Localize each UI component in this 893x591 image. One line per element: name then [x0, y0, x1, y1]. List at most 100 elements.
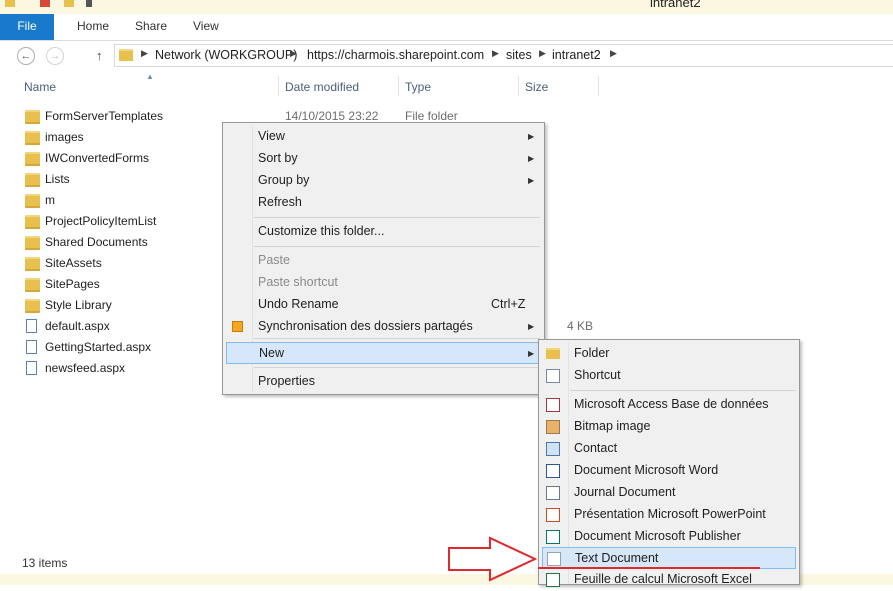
menu-item-label: View	[258, 129, 285, 143]
menu-item-label: Journal Document	[574, 485, 676, 499]
folder-icon	[119, 49, 133, 61]
context-menu-item-group-by[interactable]: Group by ▶	[226, 170, 541, 192]
breadcrumb-separator-icon[interactable]: ▶	[610, 48, 617, 59]
new-menu-item-microsoft-access-base-de-donnees[interactable]: Microsoft Access Base de données	[542, 394, 796, 416]
document-icon	[26, 319, 37, 333]
folder-icon	[25, 110, 40, 124]
quick-access-new-folder-icon[interactable]	[64, 0, 74, 7]
submenu-arrow-icon: ▶	[528, 154, 535, 163]
tab-share[interactable]: Share	[135, 14, 167, 40]
menu-item-label: Paste	[258, 253, 290, 267]
breadcrumb-separator-icon[interactable]: ▶	[141, 48, 148, 59]
back-button[interactable]: ←	[17, 47, 35, 65]
file-name: ProjectPolicyItemList	[45, 214, 157, 228]
submenu-arrow-icon: ▶	[528, 349, 535, 358]
navigation-bar: ← → ↑ ▶ Network (WORKGROUP) ▶ https://ch…	[0, 41, 893, 71]
tab-view[interactable]: View	[193, 14, 219, 40]
quick-access-properties-icon[interactable]	[40, 0, 50, 7]
forward-arrow-icon: →	[49, 50, 61, 62]
menu-separator	[254, 246, 540, 247]
menu-item-label: Microsoft Access Base de données	[574, 397, 769, 411]
new-menu-item-shortcut[interactable]: Shortcut	[542, 365, 796, 387]
file-name: Shared Documents	[45, 235, 148, 249]
file-size: 4 KB	[567, 319, 594, 333]
file-date: 14/10/2015 23:22	[285, 109, 379, 123]
new-menu-item-presentation-microsoft-powerpoint[interactable]: Présentation Microsoft PowerPoint	[542, 504, 796, 526]
new-menu-item-journal-document[interactable]: Journal Document	[542, 482, 796, 504]
context-menu-item-view[interactable]: View ▶	[226, 126, 541, 148]
sync-icon	[232, 321, 243, 332]
annotation-arrow	[448, 536, 760, 582]
column-divider[interactable]	[398, 76, 399, 96]
quick-access-dropdown-icon[interactable]	[86, 0, 92, 7]
menu-item-label: Paste shortcut	[258, 275, 338, 289]
title-bar: intranet2	[0, 0, 893, 14]
breadcrumb-network[interactable]: Network (WORKGROUP)	[155, 48, 297, 62]
context-menu-item-paste-shortcut[interactable]: Paste shortcut	[226, 272, 541, 294]
red-arrow-shape	[448, 536, 538, 582]
folder-icon	[25, 131, 40, 145]
folder-icon	[25, 257, 40, 271]
word-icon	[546, 464, 560, 478]
menu-item-label: Sort by	[258, 151, 298, 165]
context-menu-item-synchronisation-des-dossiers-partag-s[interactable]: Synchronisation des dossiers partagés ▶	[226, 316, 541, 338]
quick-access-folder-icon[interactable]	[5, 0, 15, 7]
file-name: images	[45, 130, 84, 144]
shortcut-icon	[546, 369, 560, 383]
menu-item-label: Undo Rename	[258, 297, 339, 311]
context-menu-item-customize-this-folder[interactable]: Customize this folder...	[226, 221, 541, 243]
context-menu-item-properties[interactable]: Properties	[226, 371, 541, 393]
address-bar[interactable]: ▶ Network (WORKGROUP) ▶ https://charmois…	[114, 44, 893, 67]
forward-button[interactable]: →	[46, 47, 64, 65]
back-arrow-icon: ←	[20, 50, 32, 62]
breadcrumb-site[interactable]: https://charmois.sharepoint.com	[307, 48, 484, 62]
new-menu-item-bitmap-image[interactable]: Bitmap image	[542, 416, 796, 438]
folder-icon	[25, 194, 40, 208]
breadcrumb-separator-icon[interactable]: ▶	[539, 48, 546, 59]
contact-icon	[546, 442, 560, 456]
column-header-date[interactable]: Date modified	[285, 80, 359, 94]
menu-separator	[254, 338, 540, 339]
column-header-type[interactable]: Type	[405, 80, 431, 94]
menu-separator	[570, 390, 796, 391]
menu-separator	[254, 367, 540, 368]
tab-file[interactable]: File	[0, 14, 54, 40]
breadcrumb-separator-icon[interactable]: ▶	[290, 48, 297, 59]
column-header-name[interactable]: Name	[24, 80, 56, 94]
menu-item-label: Group by	[258, 173, 310, 187]
bitmap-icon	[546, 420, 560, 434]
new-menu-item-document-microsoft-word[interactable]: Document Microsoft Word	[542, 460, 796, 482]
menu-item-shortcut: Ctrl+Z	[491, 297, 526, 311]
breadcrumb-sites[interactable]: sites	[506, 48, 532, 62]
column-divider[interactable]	[278, 76, 279, 96]
column-divider[interactable]	[598, 76, 599, 96]
column-divider[interactable]	[518, 76, 519, 96]
context-menu-item-sort-by[interactable]: Sort by ▶	[226, 148, 541, 170]
file-name: SitePages	[45, 277, 100, 291]
context-menu-item-undo-rename[interactable]: Undo Rename Ctrl+Z	[226, 294, 541, 316]
sort-ascending-icon: ▲	[146, 72, 154, 81]
status-item-count: 13 items	[22, 556, 68, 570]
folder-icon	[546, 348, 560, 359]
document-icon	[26, 361, 37, 375]
new-menu-item-folder[interactable]: Folder	[542, 343, 796, 365]
file-name: FormServerTemplates	[45, 109, 164, 123]
tab-home[interactable]: Home	[77, 14, 109, 40]
window-title: intranet2	[650, 0, 701, 10]
context-menu-item-refresh[interactable]: Refresh	[226, 192, 541, 214]
file-name: m	[45, 193, 55, 207]
submenu-arrow-icon: ▶	[528, 176, 535, 185]
submenu-arrow-icon: ▶	[528, 322, 535, 331]
file-name: IWConvertedForms	[45, 151, 150, 165]
menu-item-label: New	[259, 346, 285, 360]
menu-item-label: Customize this folder...	[258, 224, 385, 238]
menu-item-label: Document Microsoft Word	[574, 463, 719, 477]
context-menu-item-new[interactable]: New ▶	[226, 342, 541, 364]
column-header-size[interactable]: Size	[525, 80, 548, 94]
menu-item-label: Présentation Microsoft PowerPoint	[574, 507, 766, 521]
up-arrow-icon[interactable]: ↑	[96, 48, 103, 63]
context-menu-item-paste[interactable]: Paste	[226, 250, 541, 272]
breadcrumb-separator-icon[interactable]: ▶	[492, 48, 499, 59]
breadcrumb-intranet2[interactable]: intranet2	[552, 48, 601, 62]
new-menu-item-contact[interactable]: Contact	[542, 438, 796, 460]
